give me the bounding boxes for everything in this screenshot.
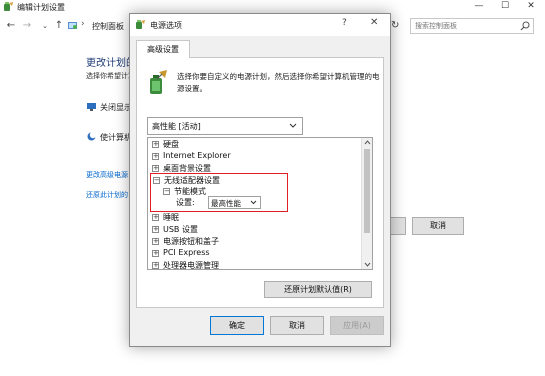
help-button[interactable]: ? (342, 18, 347, 28)
setting-value-select[interactable]: 最高性能 (208, 196, 261, 209)
dialog-close-button[interactable]: ✕ (370, 17, 378, 28)
search-input[interactable] (411, 19, 519, 33)
collapse-icon[interactable]: − (163, 188, 170, 195)
maximize-button[interactable]: ☐ (492, 0, 518, 14)
page-description: 选择你希望计算 (86, 72, 135, 80)
scroll-down-icon[interactable] (364, 262, 371, 267)
battery-plug-icon (147, 70, 169, 96)
settings-tree[interactable]: + 硬盘 + Internet Explorer + 桌面背景设置 − 无线适配… (147, 137, 373, 270)
up-button[interactable]: ↑ (52, 19, 66, 33)
expand-icon[interactable]: + (152, 141, 159, 148)
setting-label: 设置: (176, 198, 195, 207)
breadcrumb-control-panel[interactable]: 控制面板 (92, 21, 124, 32)
tree-item-label: USB 设置 (163, 225, 198, 234)
power-options-dialog: 电源选项 ? ✕ 高级设置 选择你要自定义的电源计划，然后选择你希望计算机管理的… (129, 13, 391, 347)
tree-item-label: 节能模式 (174, 187, 206, 196)
recent-dropdown-icon[interactable]: ⌄ (38, 19, 52, 33)
tree-item-label: 处理器电源管理 (163, 261, 219, 270)
expand-icon[interactable]: + (152, 226, 159, 233)
expand-icon[interactable]: + (152, 214, 159, 221)
apply-button[interactable]: 应用(A) (330, 316, 384, 335)
tree-item-label: PCI Express (163, 248, 210, 257)
control-panel-icon (67, 20, 78, 31)
expand-icon[interactable]: + (152, 262, 159, 269)
tree-item-label: Internet Explorer (163, 151, 231, 160)
tree-scrollbar[interactable] (361, 138, 372, 269)
chevron-down-icon (289, 123, 297, 129)
sleep-label: 使计算机 (100, 133, 132, 142)
dialog-title: 电源选项 (150, 21, 182, 30)
plan-select-value: 高性能 [活动] (152, 122, 201, 131)
tree-item-label: 睡眠 (163, 213, 179, 222)
search-icon[interactable] (520, 21, 530, 31)
monitor-icon (86, 101, 97, 112)
advanced-settings-panel: 选择你要自定义的电源计划，然后选择你希望计算机管理的电源设置。 高性能 [活动]… (136, 57, 384, 308)
restore-plan-link[interactable]: 还原此计划的 (86, 190, 128, 200)
breadcrumb-separator: › (81, 19, 85, 29)
cancel-button[interactable]: 取消 (270, 316, 324, 335)
expand-icon[interactable]: + (152, 153, 159, 160)
change-advanced-link[interactable]: 更改高级电源 (86, 170, 128, 180)
bg-window-title: 编辑计划设置 (17, 3, 65, 12)
expand-icon[interactable]: + (152, 165, 159, 172)
tree-item-label: 电源按钮和盖子 (163, 237, 219, 246)
dialog-titlebar: 电源选项 ? ✕ (130, 14, 390, 36)
expand-icon[interactable]: + (152, 250, 159, 257)
plan-select[interactable]: 高性能 [活动] (147, 117, 303, 135)
refresh-icon[interactable]: ↻ (391, 20, 399, 31)
highlight-box: − 无线适配器设置 − 节能模式 设置: 最高性能 (150, 173, 288, 212)
scroll-thumb[interactable] (364, 149, 370, 233)
moon-icon (86, 131, 97, 142)
chevron-down-icon (250, 200, 257, 205)
restore-defaults-button[interactable]: 还原计划默认值(R) (264, 281, 372, 298)
forward-button[interactable]: → (20, 19, 34, 33)
scroll-up-icon[interactable] (364, 140, 371, 145)
search-box[interactable] (410, 18, 534, 34)
tree-item-label: 无线适配器设置 (164, 176, 220, 185)
minimize-button[interactable]: — (466, 0, 492, 14)
collapse-icon[interactable]: − (153, 177, 160, 184)
expand-icon[interactable]: + (152, 238, 159, 245)
intro-text: 选择你要自定义的电源计划，然后选择你希望计算机管理的电源设置。 (177, 72, 380, 93)
back-button[interactable]: ← (4, 19, 18, 33)
ok-button[interactable]: 确定 (210, 316, 264, 335)
bg-cancel-button[interactable]: 取消 (412, 217, 464, 235)
close-window-button[interactable]: ✕ (518, 0, 544, 14)
tab-advanced-settings[interactable]: 高级设置 (136, 40, 190, 58)
bg-titlebar: 编辑计划设置 — ☐ ✕ (0, 0, 545, 14)
power-options-icon (3, 1, 14, 12)
display-off-label: 关闭显示 (100, 103, 132, 112)
power-options-icon (135, 19, 146, 30)
tree-item-label: 硬盘 (163, 140, 179, 149)
setting-value: 最高性能 (211, 199, 241, 208)
